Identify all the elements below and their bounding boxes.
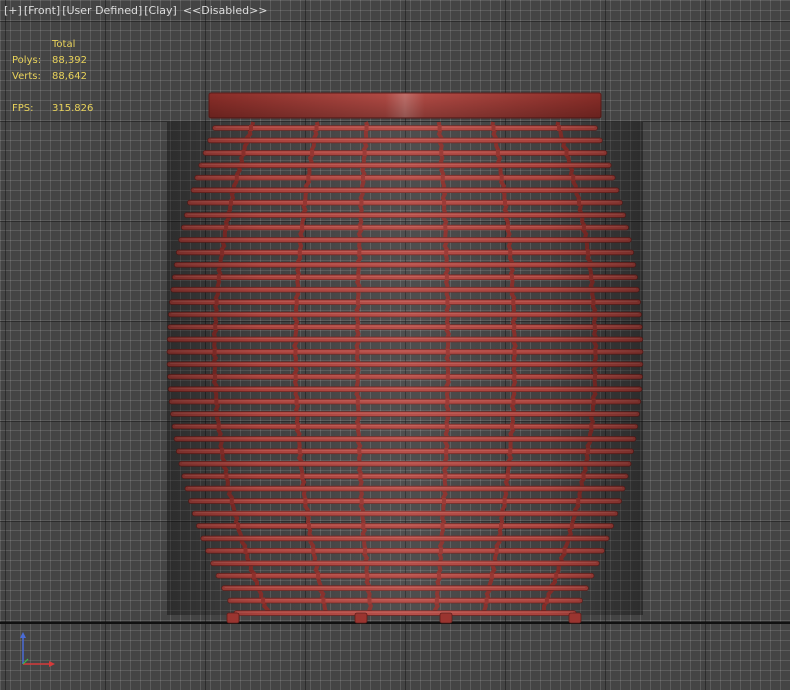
basket-foot [226, 612, 240, 624]
basket-foot [568, 612, 582, 624]
viewport-front[interactable]: [+] [Front] [User Defined] [Clay] <<Disa… [0, 0, 790, 690]
basket-foot [439, 612, 453, 624]
basket-body [166, 121, 644, 616]
axis-tripod-icon [20, 632, 55, 667]
basket-shading [167, 122, 643, 615]
basket-foot [354, 612, 368, 624]
rattan-basket-model[interactable] [0, 0, 790, 690]
basket-rim-shade [209, 93, 601, 118]
